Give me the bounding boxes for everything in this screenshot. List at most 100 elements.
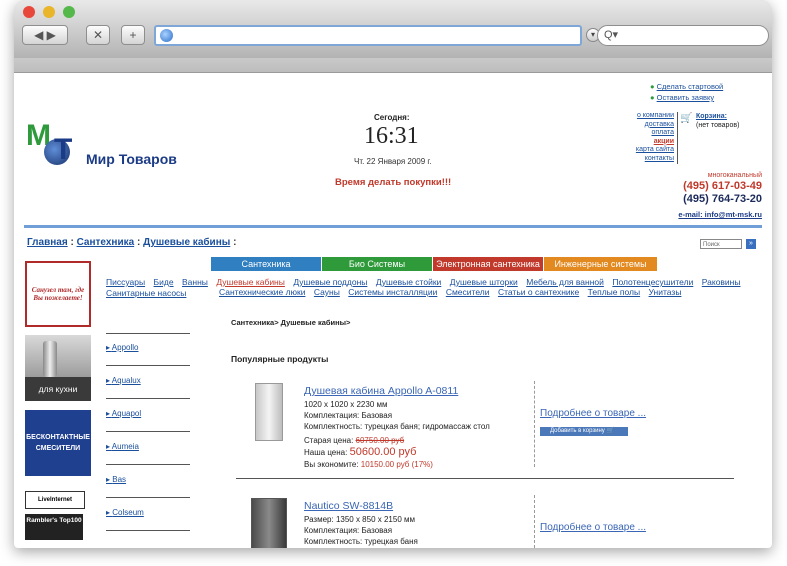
price: 50600.00 руб [349,446,417,458]
savings: 10150.00 руб (17%) [360,460,433,469]
current-date: Чт. 22 Января 2009 г. [354,157,432,166]
sidebar-ad-kitchen-label: для кухни [25,377,91,401]
liveinternet-counter[interactable]: LiveInternet [25,491,85,509]
breadcrumb-plumbing[interactable]: Сантехника [77,237,135,248]
browser-toolbar: ◀ ▶ ✕ + ▾ Q▾ [14,0,772,59]
back-forward-button[interactable]: ◀ ▶ [22,25,68,45]
cart-block: Корзина: (нет товаров) [696,112,739,130]
product-image-appollo[interactable] [255,383,283,441]
product-image-nautico[interactable] [251,498,287,548]
sidebar-ad-kitchen[interactable]: для кухни [25,335,91,401]
cart-status: (нет товаров) [696,122,740,129]
product-features: Комплектность: турецкая баня [304,537,418,546]
payment-link[interactable]: оплата [618,129,674,138]
product-features: Комплектность: турецкая баня; гидромасса… [304,422,490,431]
brand-link[interactable]: ▸ Aumeia [106,442,139,451]
close-window-button[interactable] [23,6,35,18]
product-more-link[interactable]: Подробнее о товаре ... [540,522,646,533]
breadcrumb-home[interactable]: Главная [27,237,68,248]
category-link[interactable]: Системы инсталляции [348,287,437,297]
phone-secondary: (495) 764-73-20 [683,193,762,205]
brand-link[interactable]: ▸ Aquapol [106,409,141,418]
phone-caption: многоканальный [707,172,762,179]
product-size: Размер: 1350 x 850 x 2150 мм [304,515,415,524]
category-links-row2: Сантехнические люки Сауны Системы инстал… [219,286,759,297]
breadcrumb: Главная : Сантехника : Душевые кабины : [27,237,236,248]
browser-window: ◀ ▶ ✕ + ▾ Q▾ M T Мир Товаров Сегодня: 16… [14,0,772,548]
category-link[interactable]: Биде [154,277,174,287]
savings-label: Вы экономите: [304,460,359,469]
product-divider [236,478,734,479]
product-details: Размер: 1350 x 850 x 2150 мм Комплектаци… [304,514,418,547]
globe-icon [160,29,173,42]
email-link[interactable]: e-mail: info@mt-msk.ru [644,210,762,219]
tab-plumbing[interactable]: Сантехника [211,257,321,271]
category-link[interactable]: Теплые полы [588,287,640,297]
web-page: M T Мир Товаров Сегодня: 16:31 Чт. 22 Ян… [14,73,772,548]
brand-divider [106,398,190,399]
zoom-window-button[interactable] [63,6,75,18]
about-link[interactable]: о компании [618,112,674,121]
stop-button[interactable]: ✕ [86,25,110,45]
leave-request-link[interactable]: Оставить заявку [657,93,714,102]
category-link[interactable]: Сантехнические люки [219,287,305,297]
site-search-button[interactable]: » [746,239,756,249]
brand-link[interactable]: ▸ Aqualux [106,376,141,385]
add-to-cart-button[interactable]: Добавить в корзину 🛒 [540,427,628,436]
category-link[interactable]: Сауны [314,287,340,297]
category-tabs: Сантехника Био Системы Электронная санте… [211,257,657,271]
brand-divider [106,497,190,498]
delivery-link[interactable]: доставка [618,121,674,130]
product-kit: Комплектация: Базовая [304,411,393,420]
tab-bio-systems[interactable]: Био Системы [322,257,432,271]
tab-electronic[interactable]: Электронная сантехника [433,257,543,271]
breadcrumb-sep: : [233,237,237,248]
category-link[interactable]: Санитарные насосы [106,288,186,298]
brand-link[interactable]: ▸ Colseum [106,508,144,517]
browser-search-input[interactable]: Q▾ [597,25,769,46]
top-links: ● Сделать стартовой ● Оставить заявку [650,82,724,102]
brand-link[interactable]: ▸ Appollo [106,343,138,352]
brand-divider [106,365,190,366]
address-bar[interactable] [154,25,582,46]
add-bookmark-button[interactable]: + [121,25,145,45]
brand-link[interactable]: ▸ Bas [106,475,126,484]
breadcrumb-showers[interactable]: Душевые кабины [143,237,230,248]
sidebar-ad-sensor-faucets[interactable]: БЕСКОНТАКТНЫЕ СМЕСИТЕЛИ [25,410,91,476]
tab-engineering[interactable]: Инженерные системы [544,257,657,271]
product-separator [534,381,536,467]
cart-icon: 🛒 [606,428,614,434]
brand-divider [106,464,190,465]
contacts-link[interactable]: контакты [618,155,674,164]
old-price: 60750.00 руб [355,436,405,445]
header-divider [24,225,762,228]
brand-divider [106,431,190,432]
section-title: Популярные продукты [231,354,329,364]
category-link[interactable]: Унитазы [649,287,682,297]
logo-text: Мир Товаров [86,151,177,167]
product-separator [534,495,536,548]
logo-icon[interactable]: M T [26,119,78,175]
brand-divider [106,333,190,334]
breadcrumb-sep: : [136,237,141,248]
make-homepage-link[interactable]: Сделать стартовой [657,82,724,91]
product-more-link[interactable]: Подробнее о товаре ... [540,408,646,419]
bookmarks-bar [14,58,772,73]
rambler-counter[interactable]: Rambler's Top100 [25,514,83,540]
price-label: Наша цена: [304,448,348,457]
site-search-input[interactable]: Поиск [700,239,742,249]
cart-icon[interactable]: 🛒 [680,113,692,124]
category-link[interactable]: Писсуары [106,277,145,287]
product-title-link[interactable]: Душевая кабина Appollo A-0811 [304,385,458,397]
product-title-link[interactable]: Nautico SW-8814B [304,500,393,512]
cart-link[interactable]: Корзина: [696,112,739,121]
content-path: Сантехника> Душевые кабины> [231,318,351,327]
slogan: Время делать покупки!!! [335,177,452,188]
minimize-window-button[interactable] [43,6,55,18]
sidebar-ad-bathroom[interactable]: Санузел там, где Вы пожелаете! [25,261,91,327]
sitemap-link[interactable]: карта сайта [618,146,674,155]
product-details: 1020 x 1020 x 2230 мм Комплектация: Базо… [304,399,490,470]
category-link[interactable]: Ванны [182,277,208,287]
category-link[interactable]: Смесители [446,287,490,297]
category-link[interactable]: Статьи о сантехнике [498,287,579,297]
